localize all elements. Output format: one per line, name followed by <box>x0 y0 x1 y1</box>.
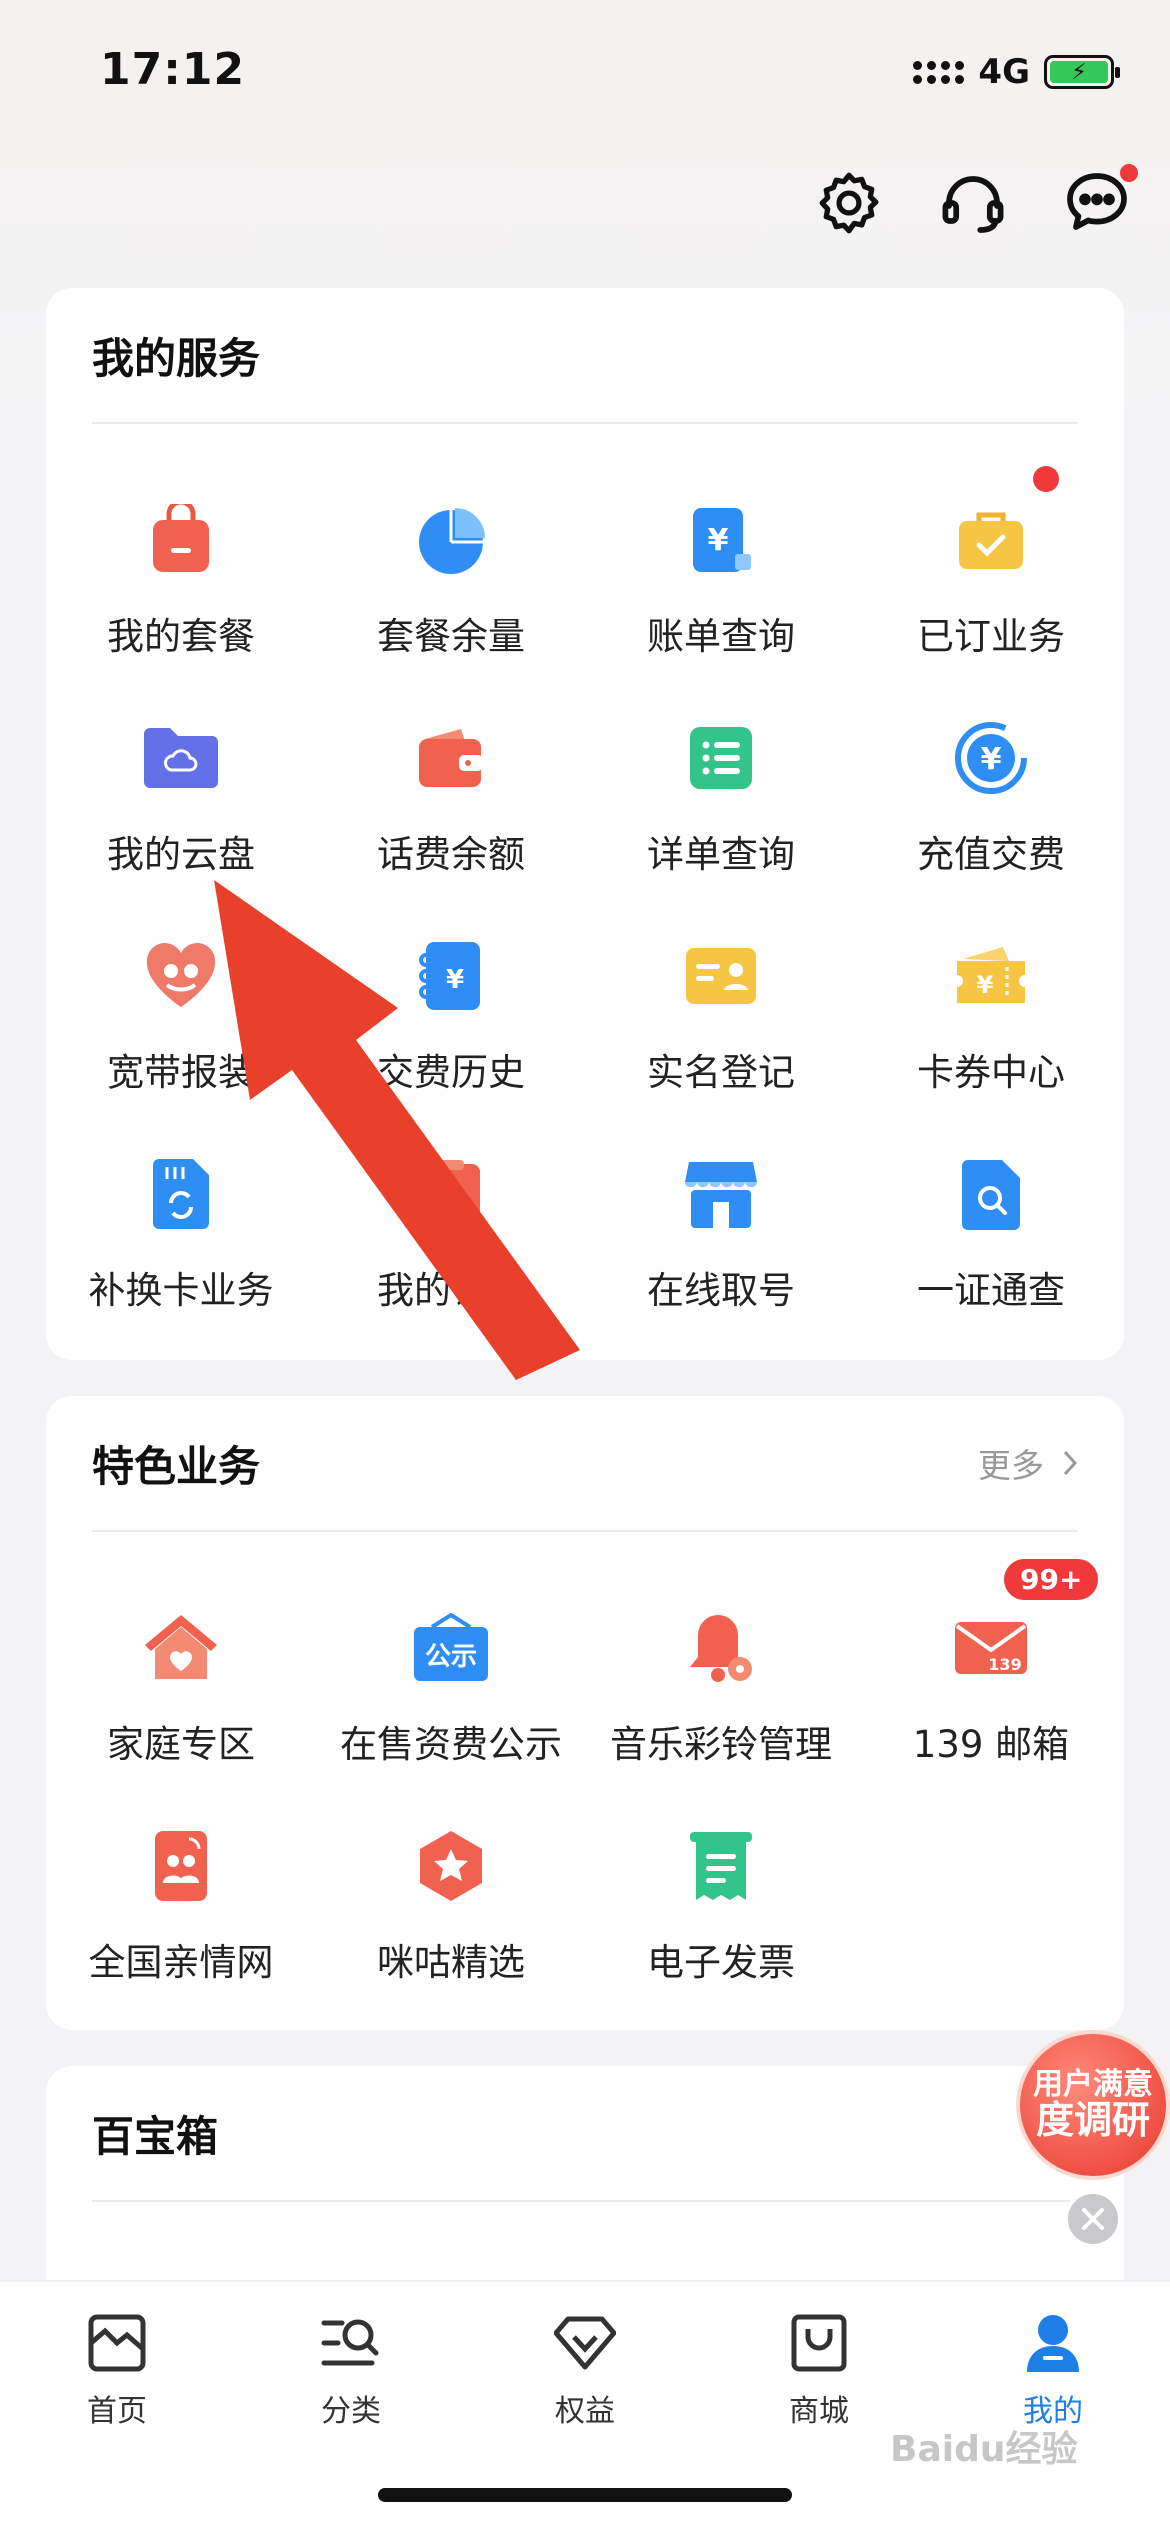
status-time: 17:12 <box>100 44 246 95</box>
user-icon <box>1020 2310 1086 2376</box>
satisfaction-survey-button[interactable]: 用户满意 度调研 <box>1016 2030 1170 2180</box>
home-indicator <box>378 2488 792 2502</box>
featured-tariff-notice[interactable]: 公示 在售资费公示 <box>316 1606 586 1826</box>
battery-icon: ⚡ <box>1044 55 1120 89</box>
featured-title: 特色业务 <box>92 1441 261 1491</box>
nav-mall[interactable]: 商城 <box>702 2310 936 2430</box>
notification-dot <box>1033 466 1059 492</box>
payment-book-icon: ¥ <box>409 934 493 1018</box>
service-my-orders[interactable]: 我的订单 <box>316 1152 586 1372</box>
heart-icon <box>139 934 223 1018</box>
category-search-icon <box>318 2310 384 2376</box>
featured-services-card: 特色业务 更多 家庭专区 公示 在售资费公示 音乐彩铃管理 139 99+ 13… <box>46 1396 1124 2030</box>
mail-icon: 139 99+ <box>949 1556 1102 1690</box>
svg-text:139: 139 <box>988 1655 1021 1674</box>
nav-benefits[interactable]: 权益 <box>468 2310 702 2430</box>
header-actions <box>812 164 1138 240</box>
diamond-icon <box>552 2310 618 2376</box>
service-bill-query[interactable]: ¥ 账单查询 <box>586 498 856 718</box>
signal-icon <box>913 60 965 84</box>
wallet-icon <box>409 716 493 800</box>
network-type: 4G <box>978 52 1030 92</box>
featured-family-network[interactable]: 全国亲情网 <box>46 1824 316 2044</box>
customer-service-icon[interactable] <box>936 166 1010 240</box>
bill-icon: ¥ <box>679 498 763 582</box>
featured-migu[interactable]: 咪咕精选 <box>316 1824 586 2044</box>
service-real-name[interactable]: 实名登记 <box>586 934 856 1154</box>
cloud-folder-icon <box>139 716 223 800</box>
treasure-header: 百宝箱 <box>92 2066 1078 2202</box>
status-bar: 17:12 4G ⚡ <box>0 0 1170 150</box>
service-phone-balance[interactable]: 话费余额 <box>316 716 586 936</box>
settings-icon[interactable] <box>812 166 886 240</box>
svg-text:¥: ¥ <box>708 523 729 558</box>
service-id-check[interactable]: 一证通查 <box>856 1152 1126 1372</box>
my-services-header: 我的服务 <box>92 288 1078 424</box>
notice-board-icon: 公示 <box>409 1606 493 1690</box>
message-icon[interactable] <box>1060 164 1138 240</box>
star-hexagon-icon <box>409 1824 493 1908</box>
featured-header: 特色业务 更多 <box>92 1396 1078 1532</box>
briefcase-icon <box>949 466 1059 582</box>
service-payment-history[interactable]: ¥ 交费历史 <box>316 934 586 1154</box>
status-indicators: 4G ⚡ <box>913 52 1120 92</box>
my-services-card: 我的服务 我的套餐 套餐余量 ¥ 账单查询 已订业务 我的云盘 话费余额 详单查… <box>46 288 1124 1360</box>
featured-family-zone[interactable]: 家庭专区 <box>46 1606 316 1826</box>
service-cloud-drive[interactable]: 我的云盘 <box>46 716 316 936</box>
nav-mine[interactable]: 我的 <box>936 2310 1170 2430</box>
home-heart-icon <box>139 1606 223 1690</box>
nav-home[interactable]: 首页 <box>0 2310 234 2430</box>
my-services-title: 我的服务 <box>92 333 261 383</box>
unread-count-badge: 99+ <box>1001 1556 1102 1603</box>
id-card-icon <box>679 934 763 1018</box>
bag-icon <box>139 498 223 582</box>
list-icon <box>679 716 763 800</box>
service-online-queue[interactable]: 在线取号 <box>586 1152 856 1372</box>
service-broadband[interactable]: 宽带报装 <box>46 934 316 1154</box>
service-detail-query[interactable]: 详单查询 <box>586 716 856 936</box>
message-unread-dot <box>1120 164 1138 182</box>
service-recharge[interactable]: ¥ 充值交费 <box>856 716 1126 936</box>
service-subscribed[interactable]: 已订业务 <box>856 466 1126 718</box>
svg-text:¥: ¥ <box>977 971 994 999</box>
service-my-plan[interactable]: 我的套餐 <box>46 498 316 718</box>
treasure-title: 百宝箱 <box>92 2111 219 2161</box>
more-link[interactable]: 更多 <box>978 1439 1078 1487</box>
svg-text:公示: 公示 <box>425 1642 477 1672</box>
sim-card-icon <box>139 1152 223 1236</box>
order-icon <box>409 1152 493 1236</box>
pie-chart-icon <box>409 498 493 582</box>
nav-category[interactable]: 分类 <box>234 2310 468 2430</box>
yuan-recharge-icon: ¥ <box>949 716 1033 800</box>
featured-139-mail[interactable]: 139 99+ 139 邮箱 <box>856 1556 1126 1826</box>
svg-text:¥: ¥ <box>981 742 1002 777</box>
home-icon <box>84 2310 150 2376</box>
invoice-icon <box>679 1824 763 1908</box>
featured-ringtone[interactable]: 音乐彩铃管理 <box>586 1606 856 1826</box>
shopping-bag-icon <box>786 2310 852 2376</box>
watermark: Baidu经验 <box>890 2429 1078 2470</box>
service-plan-balance[interactable]: 套餐余量 <box>316 498 586 718</box>
document-search-icon <box>949 1152 1033 1236</box>
family-phone-icon <box>139 1824 223 1908</box>
svg-text:¥: ¥ <box>446 965 464 995</box>
coupon-icon: ¥ <box>949 934 1033 1018</box>
chevron-right-icon <box>1063 1450 1078 1476</box>
featured-e-invoice[interactable]: 电子发票 <box>586 1824 856 2044</box>
bell-icon <box>679 1606 763 1690</box>
store-icon <box>679 1152 763 1236</box>
service-sim-replace[interactable]: 补换卡业务 <box>46 1152 316 1372</box>
service-coupons[interactable]: ¥ 卡券中心 <box>856 934 1126 1154</box>
close-icon[interactable] <box>1064 2190 1122 2248</box>
